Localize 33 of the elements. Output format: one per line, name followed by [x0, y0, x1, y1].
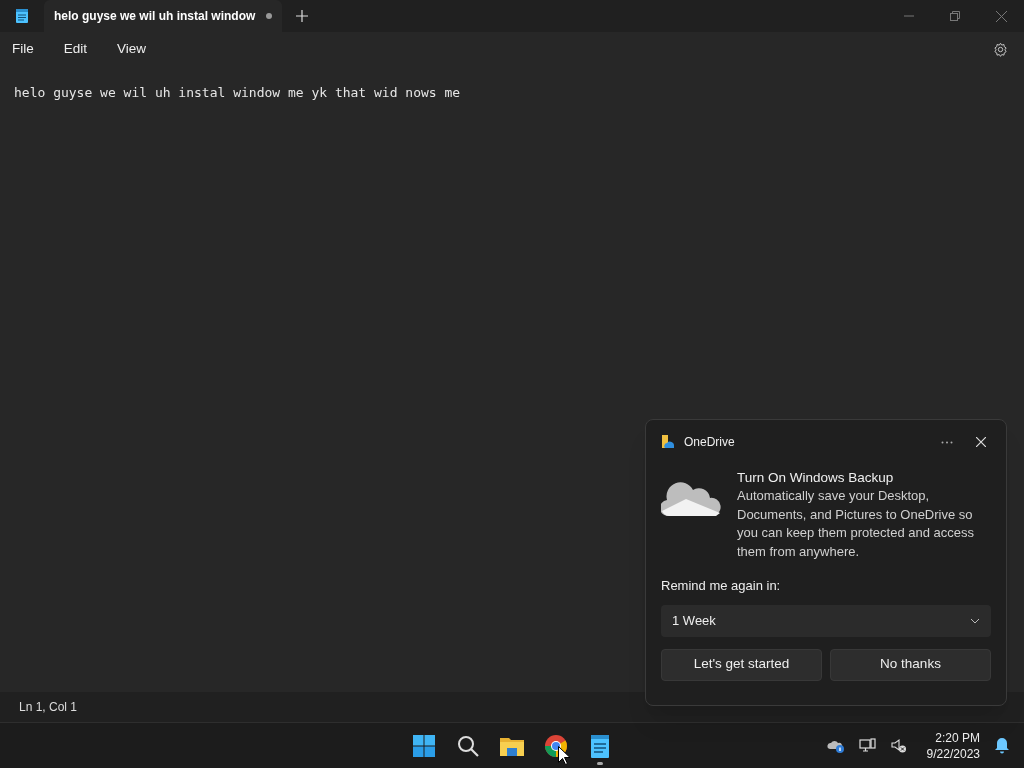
remind-dropdown[interactable]: 1 Week	[661, 604, 991, 637]
notification-body: Automatically save your Desktop, Documents, and Pictures to OneDrive so you can keep them protected and access them from anywhere.	[737, 487, 976, 561]
close-icon	[995, 10, 1007, 22]
notepad-icon	[590, 734, 610, 758]
menu-item[interactable]: Edit	[53, 35, 98, 63]
cursor-position: Ln 1, Col 1	[18, 699, 79, 716]
notification-bell-icon[interactable]	[994, 737, 1010, 754]
clock[interactable]: 2:20 PM 9/22/2023	[926, 729, 980, 762]
no-thanks-button[interactable]: No thanks	[830, 648, 991, 681]
get-started-button[interactable]: Let's get started	[661, 648, 822, 681]
search-icon	[457, 735, 479, 757]
folder-icon	[500, 736, 524, 756]
onedrive-app-icon	[661, 435, 675, 449]
close-icon	[976, 437, 986, 447]
editor-text: helo guyse we wil uh instal window me yk that wid nows me	[14, 84, 462, 102]
plus-icon	[296, 10, 308, 22]
more-icon	[941, 440, 953, 444]
restore-icon	[950, 11, 960, 21]
onedrive-status-icon[interactable]	[826, 738, 845, 753]
muted-speaker-icon[interactable]	[890, 737, 907, 754]
menu-item[interactable]: File	[2, 35, 44, 63]
chevron-down-icon	[970, 617, 980, 624]
mouse-cursor-icon	[558, 746, 570, 765]
menu-item[interactable]: View	[107, 35, 157, 63]
document-tab[interactable]: helo guyse we wil uh instal window	[44, 0, 282, 32]
tab-title: helo guyse we wil uh instal window	[54, 8, 257, 25]
start-icon	[413, 735, 435, 757]
app-name: OneDrive	[684, 434, 735, 451]
notification-title: Turn On Windows Backup	[737, 469, 895, 487]
settings-icon[interactable]	[993, 41, 1008, 57]
network-icon[interactable]	[858, 737, 877, 754]
remind-label: Remind me again in:	[661, 577, 782, 595]
notepad-icon	[15, 8, 29, 24]
